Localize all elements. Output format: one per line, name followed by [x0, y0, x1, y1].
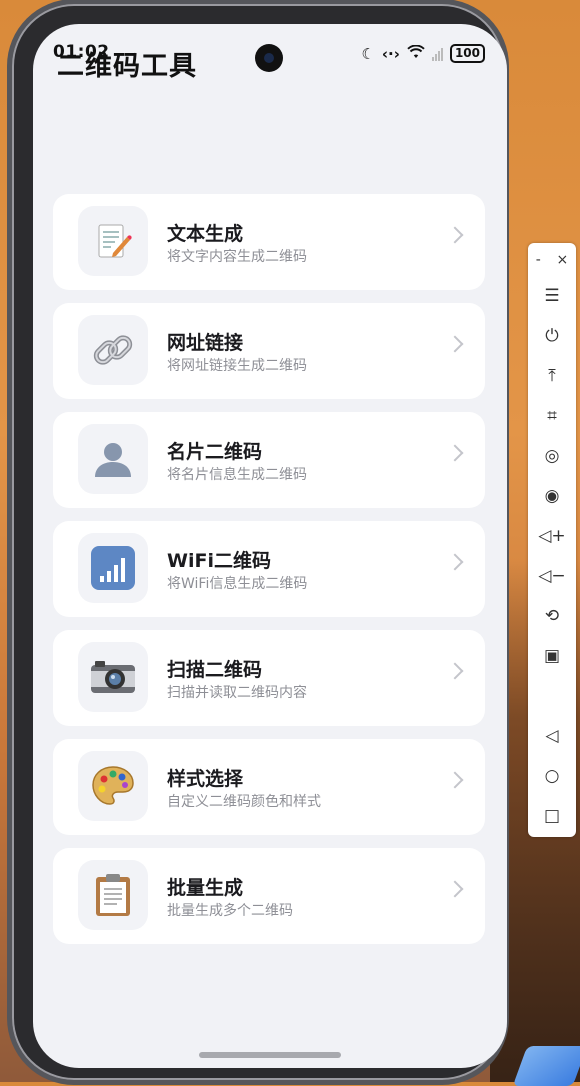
close-button[interactable]: × [556, 252, 568, 268]
crop-icon[interactable]: ⌗ [528, 398, 576, 434]
menu-item-title: 名片二维码 [167, 441, 263, 463]
wifi-icon [407, 44, 425, 63]
data-transfer-icon: ‹·› [381, 44, 400, 63]
rotate-icon[interactable]: ⟲ [528, 598, 576, 634]
menu-item-batch-generate[interactable]: 批量生成 批量生成多个二维码 [53, 848, 485, 944]
chevron-right-icon [446, 226, 464, 244]
minimize-button[interactable]: - [536, 252, 541, 268]
chevron-right-icon [446, 553, 464, 571]
menu-item-subtitle: 自定义二维码颜色和样式 [167, 794, 321, 810]
link-icon [78, 315, 148, 385]
status-time: 01:02 [53, 42, 110, 62]
memo-icon [78, 206, 148, 276]
volume-up-icon[interactable]: ◁+ [528, 518, 576, 554]
menu-item-business-card[interactable]: 名片二维码 将名片信息生成二维码 [53, 412, 485, 508]
chevron-right-icon [446, 662, 464, 680]
menu-item-subtitle: 将WiFi信息生成二维码 [167, 576, 308, 592]
back-icon[interactable]: ◁ [528, 718, 576, 754]
volume-down-icon[interactable]: ◁− [528, 558, 576, 594]
device-switch-icon[interactable]: ▣ [528, 638, 576, 674]
chevron-right-icon [446, 335, 464, 353]
menu-item-title: 扫描二维码 [167, 659, 263, 681]
menu-item-subtitle: 将文字内容生成二维码 [167, 249, 307, 265]
power-icon[interactable]: ⏻ [528, 318, 576, 354]
screenshot-icon[interactable]: ◎ [528, 438, 576, 474]
menu-item-style-select[interactable]: 样式选择 自定义二维码颜色和样式 [53, 739, 485, 835]
clipboard-icon [78, 860, 148, 930]
to-top-icon[interactable]: ⤒ [528, 358, 576, 394]
menu-item-url-link[interactable]: 网址链接 将网址链接生成二维码 [53, 303, 485, 399]
palette-icon [78, 751, 148, 821]
menu-item-scan-qr[interactable]: 扫描二维码 扫描并读取二维码内容 [53, 630, 485, 726]
chevron-right-icon [446, 771, 464, 789]
phone-frame: ☾ ‹·› 100 二维码工具 01:02 文本生成 将文字内容生成二维码 网址… [12, 4, 507, 1080]
menu-item-title: 样式选择 [167, 768, 244, 790]
menu-item-title: WiFi二维码 [167, 550, 271, 572]
menu-item-subtitle: 批量生成多个二维码 [167, 903, 293, 919]
recents-icon[interactable]: □ [528, 798, 576, 834]
menu-item-title: 网址链接 [167, 332, 244, 354]
toolbar-window-controls: - × [528, 249, 576, 271]
home-icon[interactable]: ○ [528, 758, 576, 794]
menu-icon[interactable]: ☰ [528, 278, 576, 314]
status-icons: ☾ ‹·› 100 [361, 44, 485, 63]
menu-item-text-generate[interactable]: 文本生成 将文字内容生成二维码 [53, 194, 485, 290]
record-icon[interactable]: ◉ [528, 478, 576, 514]
phone-screen: ☾ ‹·› 100 二维码工具 01:02 文本生成 将文字内容生成二维码 网址… [33, 24, 507, 1068]
moon-icon: ☾ [361, 44, 375, 63]
menu-item-title: 批量生成 [167, 877, 244, 899]
menu-item-wifi[interactable]: WiFi二维码 将WiFi信息生成二维码 [53, 521, 485, 617]
signal-bars-icon [78, 533, 148, 603]
camera-icon [78, 642, 148, 712]
menu-item-subtitle: 扫描并读取二维码内容 [167, 685, 307, 701]
feature-menu-list: 文本生成 将文字内容生成二维码 网址链接 将网址链接生成二维码 名片二维码 将名… [53, 194, 485, 957]
menu-item-title: 文本生成 [167, 223, 244, 245]
chevron-right-icon [446, 444, 464, 462]
chevron-right-icon [446, 880, 464, 898]
battery-indicator: 100 [449, 44, 485, 63]
person-silhouette-icon [78, 424, 148, 494]
cell-signal-icon [431, 47, 443, 61]
front-camera-icon [255, 44, 283, 72]
menu-item-subtitle: 将名片信息生成二维码 [167, 467, 307, 483]
menu-item-subtitle: 将网址链接生成二维码 [167, 358, 307, 374]
home-indicator-bar[interactable] [199, 1052, 341, 1058]
emulator-side-toolbar: - × ☰ ⏻ ⤒ ⌗ ◎ ◉ ◁+ ◁− ⟲ ▣ ◁ ○ □ [528, 243, 576, 837]
